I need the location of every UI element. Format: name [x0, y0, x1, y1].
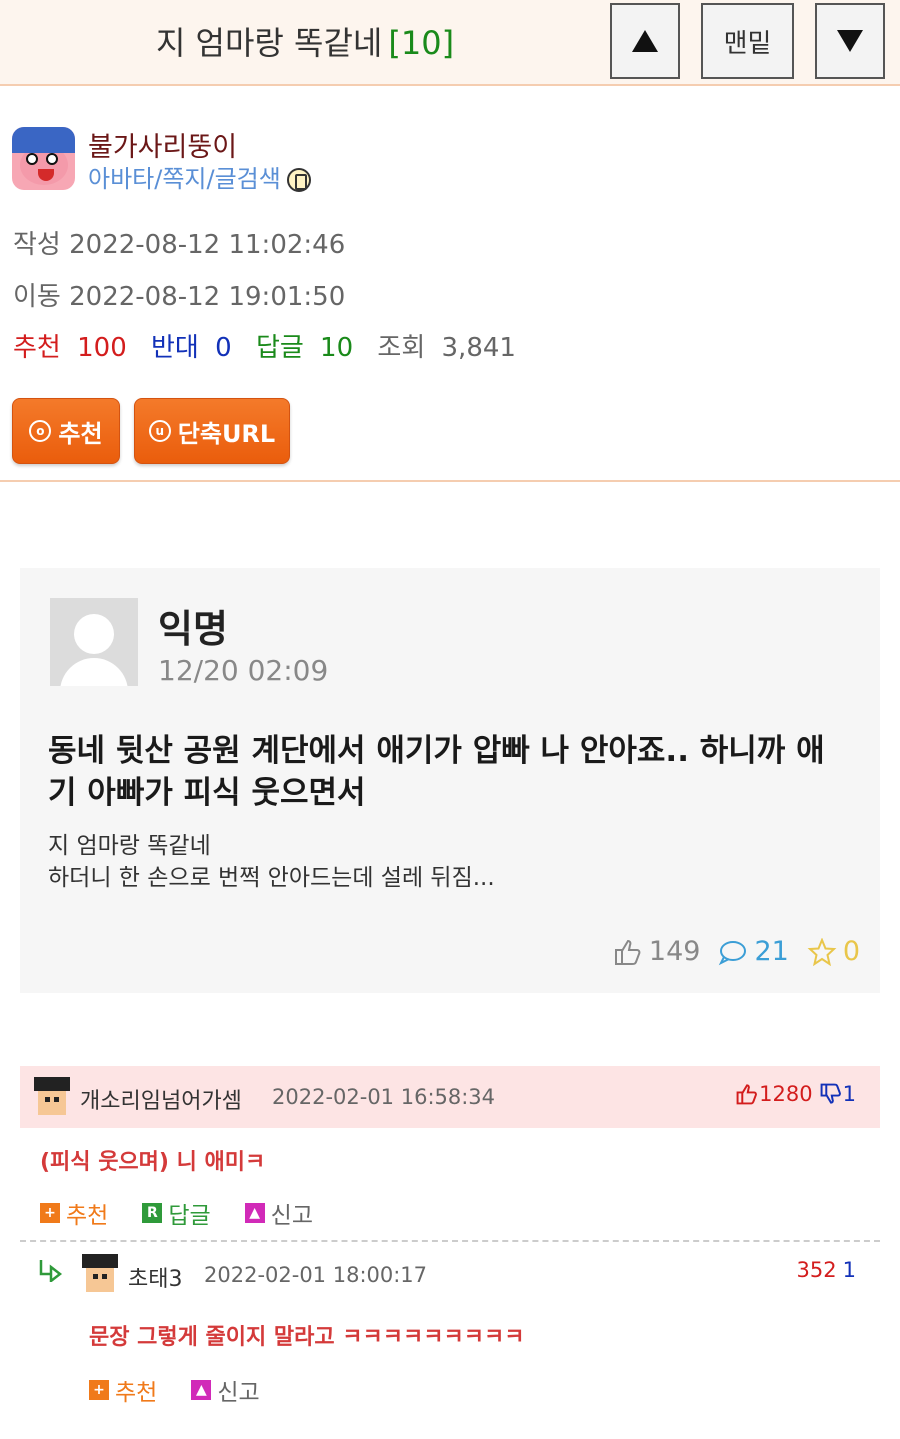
card-author: 익명 — [158, 607, 228, 651]
snippet-line-2: 하더니 한 손으로 번쩍 안아드는데 설레 뒤짐... — [48, 865, 495, 891]
comment-text: (피식 웃으며) 니 애미ㅋ — [40, 1150, 266, 1175]
reply-text: 문장 그렇게 줄이지 말라고 ㅋㅋㅋㅋㅋㅋㅋㅋㅋ — [89, 1325, 525, 1350]
go-bottom-button[interactable]: 맨밑 — [701, 3, 794, 79]
plus-icon: + — [89, 1380, 109, 1400]
comment-header: 개소리임넘어가셈 2022-02-01 16:58:34 1280 1 — [20, 1066, 880, 1128]
commenter-avatar[interactable] — [32, 1077, 72, 1117]
plus-icon: + — [40, 1203, 60, 1223]
card-stars: 0 — [807, 936, 860, 967]
reply-recommend-button[interactable]: + 추천 — [89, 1373, 157, 1407]
post-image-card: 익명 12/20 02:09 동네 뒷산 공원 계단에서 애기가 압빠 나 안아… — [20, 568, 880, 993]
url-circle-icon: u — [148, 420, 171, 442]
siren-icon: ▲ — [191, 1380, 212, 1400]
post-title: 지 엄마랑 똑같네 [10] — [0, 18, 610, 64]
scroll-up-button[interactable] — [610, 3, 680, 79]
avatar[interactable] — [12, 127, 75, 190]
comment-votes: 1280 1 — [735, 1082, 856, 1106]
comment-reply-button[interactable]: R 답글 — [142, 1196, 211, 1230]
oppose-stat: 반대 0 — [151, 333, 232, 363]
recommend-stat: 추천 100 — [13, 333, 127, 363]
card-likes: 149 — [613, 936, 700, 967]
lock-icon — [286, 168, 311, 192]
siren-icon: ▲ — [244, 1203, 265, 1223]
reply-r-icon: R — [142, 1203, 163, 1223]
card-counts: 149 21 0 — [595, 936, 860, 967]
reply-report-button[interactable]: ▲ 신고 — [191, 1373, 260, 1407]
card-headline: 동네 뒷산 공원 계단에서 애기가 압빠 나 안아죠.. 하니까 애기 아빠가 … — [48, 733, 825, 811]
recommend-circle-icon: o — [29, 420, 52, 442]
comment-upvotes: 352 — [796, 1258, 837, 1282]
anonymous-avatar — [50, 598, 138, 686]
reply-stat: 답글 10 — [255, 333, 354, 363]
comment-date: 2022-02-01 16:58:34 — [272, 1085, 496, 1109]
star-icon — [807, 937, 837, 966]
commenter-avatar[interactable] — [80, 1254, 120, 1294]
reply-arrow-icon — [39, 1260, 63, 1282]
thumb-up-icon — [736, 1084, 758, 1105]
comment-recommend-button[interactable]: + 추천 — [40, 1196, 108, 1230]
recommend-button-label: 추천 — [58, 419, 103, 448]
thumb-up-icon — [614, 939, 641, 965]
created-date: 작성 2022-08-12 11:02:46 — [13, 230, 346, 260]
snippet-line-1: 지 엄마랑 똑같네 — [48, 833, 211, 859]
short-url-button[interactable]: u 단축URL — [134, 398, 290, 464]
short-url-button-label: 단축URL — [177, 419, 276, 448]
comment-divider — [20, 1240, 880, 1242]
divider — [0, 480, 900, 482]
thumb-down-icon — [820, 1083, 841, 1104]
scroll-down-button[interactable] — [815, 3, 885, 79]
card-time: 12/20 02:09 — [158, 654, 329, 687]
triangle-up-icon — [632, 30, 658, 52]
author-links: 아바타/쪽지/글검색 — [88, 159, 311, 194]
comment-report-button[interactable]: ▲ 신고 — [244, 1196, 313, 1230]
comment-date: 2022-02-01 18:00:17 — [204, 1263, 428, 1287]
card-snippet: 지 엄마랑 똑같네 하더니 한 손으로 번쩍 안아드는데 설레 뒤짐... — [48, 830, 848, 894]
post-title-text: 지 엄마랑 똑같네 — [155, 24, 383, 62]
author-block: 불가사리뚱이 아바타/쪽지/글검색 — [12, 125, 712, 194]
comment-actions: + 추천 R 답글 ▲ 신고 — [40, 1196, 347, 1230]
post-stats: 추천 100 반대 0 답글 10 조회 3,841 — [13, 327, 532, 364]
card-comments: 21 — [718, 936, 789, 967]
commenter-name[interactable]: 개소리임넘어가셈 — [80, 1083, 242, 1115]
reply-actions: + 추천 ▲ 신고 — [89, 1373, 294, 1407]
speech-bubble-icon — [719, 940, 747, 965]
author-links-text[interactable]: 아바타/쪽지/글검색 — [88, 165, 281, 193]
view-stat: 조회 3,841 — [377, 333, 516, 363]
comment-downvotes: 1 — [819, 1082, 856, 1106]
commenter-name[interactable]: 초태3 — [128, 1261, 182, 1293]
reply-count: [10] — [388, 24, 455, 62]
recommend-button[interactable]: o 추천 — [12, 398, 120, 464]
top-bar: 지 엄마랑 똑같네 [10] 맨밑 — [0, 0, 900, 86]
moved-date: 이동 2022-08-12 19:01:50 — [13, 282, 346, 312]
triangle-down-icon — [837, 30, 863, 52]
comment-downvotes: 1 — [842, 1258, 856, 1282]
comment-votes: 352 1 — [797, 1258, 856, 1282]
comment-upvotes: 1280 — [735, 1082, 813, 1106]
